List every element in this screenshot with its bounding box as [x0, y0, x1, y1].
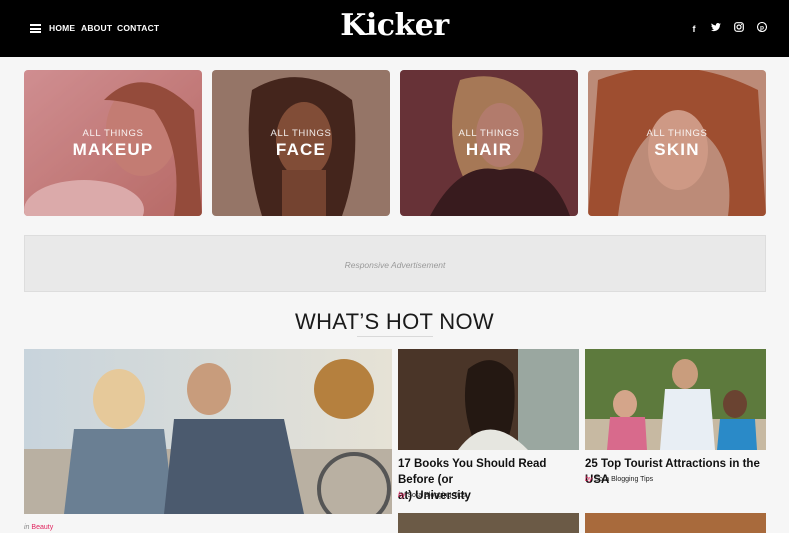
category-link[interactable]: Beauty	[31, 524, 53, 531]
post-image[interactable]	[398, 349, 579, 450]
advertisement-box[interactable]: Responsive Advertisement	[24, 235, 766, 292]
featured-category-meta: in Beauty	[24, 524, 54, 531]
featured-post-image[interactable]	[24, 349, 392, 514]
post-image[interactable]	[585, 513, 766, 533]
post-image[interactable]	[585, 349, 766, 450]
category-small-label: ALL THINGS	[270, 128, 332, 139]
advertisement-label: Responsive Advertisement	[344, 260, 446, 270]
category-small-label: ALL THINGS	[82, 128, 144, 139]
facebook-icon[interactable]: f	[687, 22, 701, 36]
category-card-skin[interactable]: ALL THINGS SKIN	[588, 70, 766, 216]
title-underline	[357, 336, 433, 337]
category-title: SKIN	[654, 140, 700, 159]
category-small-label: ALL THINGS	[646, 128, 708, 139]
post-author-meta: by Sora Blogging Tips	[398, 492, 467, 499]
post-image[interactable]	[398, 513, 579, 533]
post-title[interactable]: 25 Top Tourist Attractions in the USA	[585, 456, 770, 488]
top-header: HOME ABOUT CONTACT Kicker f p	[0, 0, 789, 57]
section-title: WHAT’S HOT NOW	[295, 309, 494, 334]
category-title: HAIR	[465, 140, 513, 159]
svg-text:p: p	[760, 24, 764, 31]
category-title: FACE	[275, 140, 327, 159]
category-card-hair[interactable]: ALL THINGS HAIR	[400, 70, 578, 216]
post-author-meta: by Sora Blogging Tips	[585, 476, 654, 483]
category-card-makeup[interactable]: ALL THINGS MAKEUP	[24, 70, 202, 216]
category-small-label: ALL THINGS	[458, 128, 520, 139]
category-card-face[interactable]: ALL THINGS FACE	[212, 70, 390, 216]
twitter-icon[interactable]	[709, 22, 723, 36]
pinterest-icon[interactable]: p	[755, 21, 769, 36]
instagram-icon[interactable]	[732, 22, 746, 36]
category-title: MAKEUP	[72, 140, 154, 159]
site-logo[interactable]: Kicker	[0, 8, 789, 43]
